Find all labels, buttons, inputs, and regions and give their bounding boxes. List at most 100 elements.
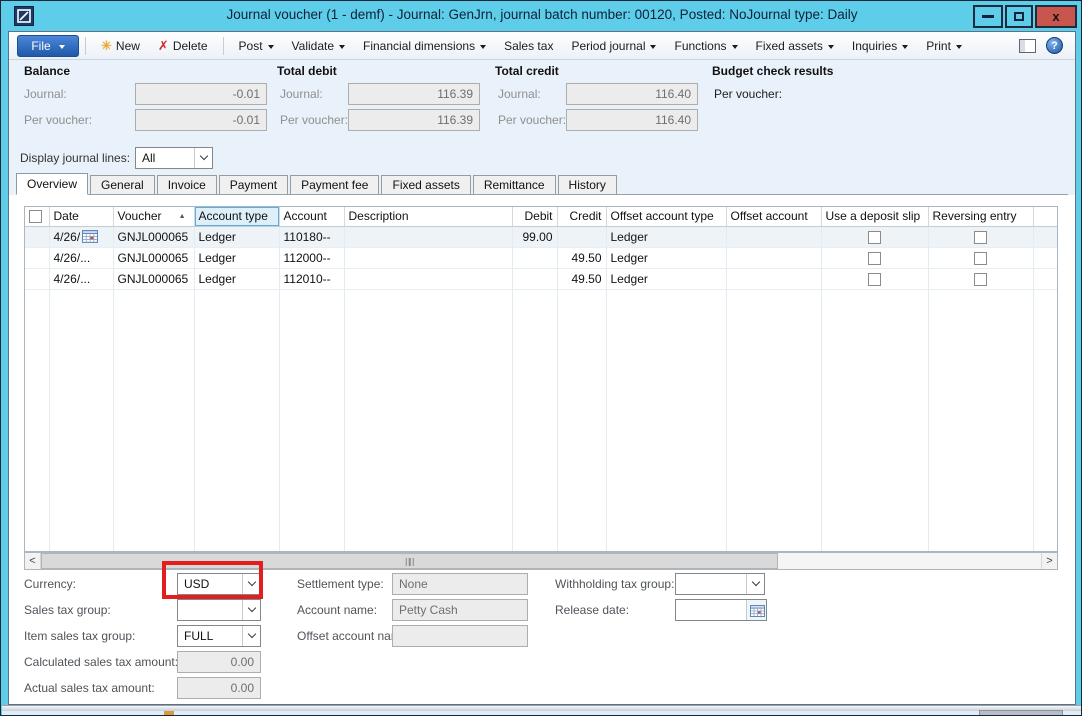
total-credit-journal-value: 116.40: [566, 83, 698, 105]
tab-payment[interactable]: Payment: [219, 175, 288, 194]
cell-date[interactable]: 4/26/...: [49, 268, 113, 289]
withholding-tax-group-select[interactable]: [675, 573, 765, 595]
total-credit-per-voucher-value: 116.40: [566, 109, 698, 131]
column-header-debit[interactable]: Debit: [512, 207, 557, 226]
journal-line-row[interactable]: 4/26/...GNJL000065Ledger112010--49.50Led…: [25, 268, 1058, 289]
dropdown-arrow-icon[interactable]: [242, 600, 260, 620]
cell-voucher[interactable]: GNJL000065: [113, 226, 194, 247]
cell-account[interactable]: 112010--: [279, 268, 344, 289]
menu-inquiries[interactable]: Inquiries: [843, 34, 917, 58]
column-header-account-type[interactable]: Account type: [194, 207, 279, 226]
currency-select[interactable]: USD: [177, 573, 261, 595]
total-debit-journal-label: Journal:: [280, 83, 323, 105]
use-a-deposit-slip-checkbox[interactable]: [868, 231, 881, 244]
cell-description[interactable]: [344, 268, 512, 289]
cell-account[interactable]: 110180--: [279, 226, 344, 247]
column-header-blank[interactable]: [25, 207, 49, 226]
cell-date[interactable]: 4/26/: [49, 226, 113, 247]
cell-offset_account[interactable]: [726, 247, 821, 268]
journal-line-row[interactable]: 4/26/GNJL000065Ledger110180--99.00Ledger: [25, 226, 1058, 247]
item-sales-tax-group-select[interactable]: FULL: [177, 625, 261, 647]
scroll-right-button[interactable]: >: [1041, 553, 1057, 569]
column-header-account[interactable]: Account: [279, 207, 344, 226]
journal-line-row[interactable]: 4/26/...GNJL000065Ledger112000--49.50Led…: [25, 247, 1058, 268]
reversing-entry-checkbox[interactable]: [974, 273, 987, 286]
menu-new[interactable]: ✳New: [92, 34, 149, 58]
tab-overview[interactable]: Overview: [16, 173, 88, 195]
tab-history[interactable]: History: [558, 175, 617, 194]
cell-account[interactable]: 112000--: [279, 247, 344, 268]
tab-general[interactable]: General: [90, 175, 155, 194]
reversing-entry-checkbox[interactable]: [974, 252, 987, 265]
cell-voucher[interactable]: GNJL000065: [113, 268, 194, 289]
column-header-credit[interactable]: Credit: [557, 207, 606, 226]
scrollbar-thumb[interactable]: [41, 553, 778, 569]
use-a-deposit-slip-checkbox[interactable]: [868, 252, 881, 265]
column-header-voucher[interactable]: Voucher▲: [113, 207, 194, 226]
column-header-offset-account-type[interactable]: Offset account type: [606, 207, 726, 226]
menu-financial-dimensions[interactable]: Financial dimensions: [354, 34, 495, 58]
maximize-button[interactable]: [1005, 5, 1033, 28]
tab-invoice[interactable]: Invoice: [157, 175, 217, 194]
column-header-use-a-deposit-slip[interactable]: Use a deposit slip: [821, 207, 928, 226]
column-header-reversing-entry[interactable]: Reversing entry: [928, 207, 1033, 226]
column-header-offset-account[interactable]: Offset account: [726, 207, 821, 226]
journal-lines-grid: DateVoucher▲Account typeAccountDescripti…: [24, 206, 1058, 552]
menu-sales-tax[interactable]: Sales tax: [495, 34, 562, 58]
release-date-input[interactable]: [675, 599, 767, 621]
dropdown-arrow-icon[interactable]: [242, 574, 260, 594]
menu-post[interactable]: Post: [230, 34, 283, 58]
sales-tax-group-select[interactable]: [177, 599, 261, 621]
tab-payment-fee[interactable]: Payment fee: [290, 175, 379, 194]
tab-remittance[interactable]: Remittance: [473, 175, 556, 194]
menu-label: Financial dimensions: [363, 39, 475, 53]
menu-validate[interactable]: Validate: [283, 34, 354, 58]
cell-debit[interactable]: [512, 268, 557, 289]
dropdown-arrow-icon[interactable]: [242, 626, 260, 646]
cell-account_type[interactable]: Ledger: [194, 226, 279, 247]
cell-offset_account_type[interactable]: Ledger: [606, 247, 726, 268]
cell-offset_account[interactable]: [726, 268, 821, 289]
tab-fixed-assets[interactable]: Fixed assets: [381, 175, 470, 194]
cell-credit[interactable]: [557, 226, 606, 247]
overview-tab-page: DateVoucher▲Account typeAccountDescripti…: [9, 195, 1075, 704]
cell-account_type[interactable]: Ledger: [194, 247, 279, 268]
cell-offset_account_type[interactable]: Ledger: [606, 268, 726, 289]
reversing-entry-checkbox[interactable]: [974, 231, 987, 244]
tab-strip: OverviewGeneralInvoicePaymentPayment fee…: [16, 174, 1068, 195]
cell-date[interactable]: 4/26/...: [49, 247, 113, 268]
menu-print[interactable]: Print: [917, 34, 971, 58]
menu-delete[interactable]: ✗Delete: [149, 34, 217, 58]
toolbar-separator: [85, 37, 86, 55]
file-menu-button[interactable]: File: [17, 35, 79, 57]
cell-description[interactable]: [344, 247, 512, 268]
menu-functions[interactable]: Functions: [665, 34, 746, 58]
dropdown-arrow-icon[interactable]: [746, 574, 764, 594]
close-button[interactable]: x: [1035, 5, 1077, 28]
help-icon[interactable]: ?: [1046, 37, 1063, 54]
cell-description[interactable]: [344, 226, 512, 247]
cell-voucher[interactable]: GNJL000065: [113, 247, 194, 268]
dropdown-arrow-icon[interactable]: [194, 148, 212, 168]
cell-offset_account_type[interactable]: Ledger: [606, 226, 726, 247]
use-a-deposit-slip-checkbox[interactable]: [868, 273, 881, 286]
layout-pane-icon[interactable]: [1019, 39, 1036, 53]
cell-account_type[interactable]: Ledger: [194, 268, 279, 289]
cell-offset_account[interactable]: [726, 226, 821, 247]
empty-cell: [49, 289, 113, 551]
minimize-button[interactable]: [973, 5, 1003, 28]
horizontal-scrollbar[interactable]: < >: [24, 552, 1058, 570]
select-all-checkbox[interactable]: [29, 210, 42, 223]
column-header-description[interactable]: Description: [344, 207, 512, 226]
cell-debit[interactable]: 99.00: [512, 226, 557, 247]
display-journal-lines-select[interactable]: All: [135, 147, 213, 169]
cell-credit[interactable]: 49.50: [557, 247, 606, 268]
scroll-left-button[interactable]: <: [25, 553, 41, 569]
column-header-date[interactable]: Date: [49, 207, 113, 226]
minimize-icon: [982, 15, 994, 18]
calendar-picker-button[interactable]: [746, 600, 766, 620]
cell-debit[interactable]: [512, 247, 557, 268]
menu-fixed-assets[interactable]: Fixed assets: [747, 34, 843, 58]
menu-period-journal[interactable]: Period journal: [562, 34, 665, 58]
cell-credit[interactable]: 49.50: [557, 268, 606, 289]
